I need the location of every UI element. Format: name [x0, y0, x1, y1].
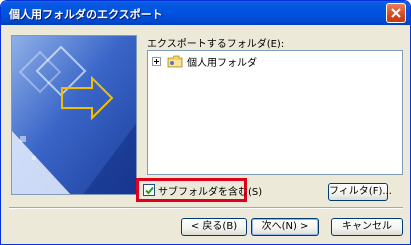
include-subfolders-checkbox[interactable] [143, 184, 155, 196]
divider [9, 207, 403, 209]
tree-item-personal-folders[interactable]: 個人用フォルダ [152, 54, 257, 69]
close-icon [391, 8, 401, 18]
include-subfolders-label: サブフォルダを含む(S) [158, 186, 263, 198]
personal-folder-icon [167, 55, 183, 67]
next-button[interactable]: 次へ(N) > [251, 218, 319, 236]
close-button[interactable] [386, 3, 406, 23]
filter-button[interactable]: フィルタ(F)... [328, 183, 392, 201]
back-button[interactable]: < 戻る(B) [181, 218, 247, 236]
wizard-banner-image [11, 35, 137, 195]
window-title: 個人用フォルダのエクスポート [9, 8, 163, 21]
export-folder-label: エクスポートするフォルダ(E): [147, 39, 285, 50]
export-dialog: 個人用フォルダのエクスポート エクスポートするフォルダ(E): 個人用フォルダ … [0, 0, 411, 245]
include-subfolders-option[interactable]: サブフォルダを含む(S) [143, 183, 263, 198]
expand-plus-icon[interactable] [152, 56, 161, 66]
cancel-button[interactable]: キャンセル [331, 218, 403, 236]
folder-tree[interactable]: 個人用フォルダ [147, 50, 403, 175]
checkmark-icon [145, 186, 154, 195]
tree-item-label: 個人用フォルダ [187, 57, 257, 69]
title-bar: 個人用フォルダのエクスポート [1, 1, 410, 25]
